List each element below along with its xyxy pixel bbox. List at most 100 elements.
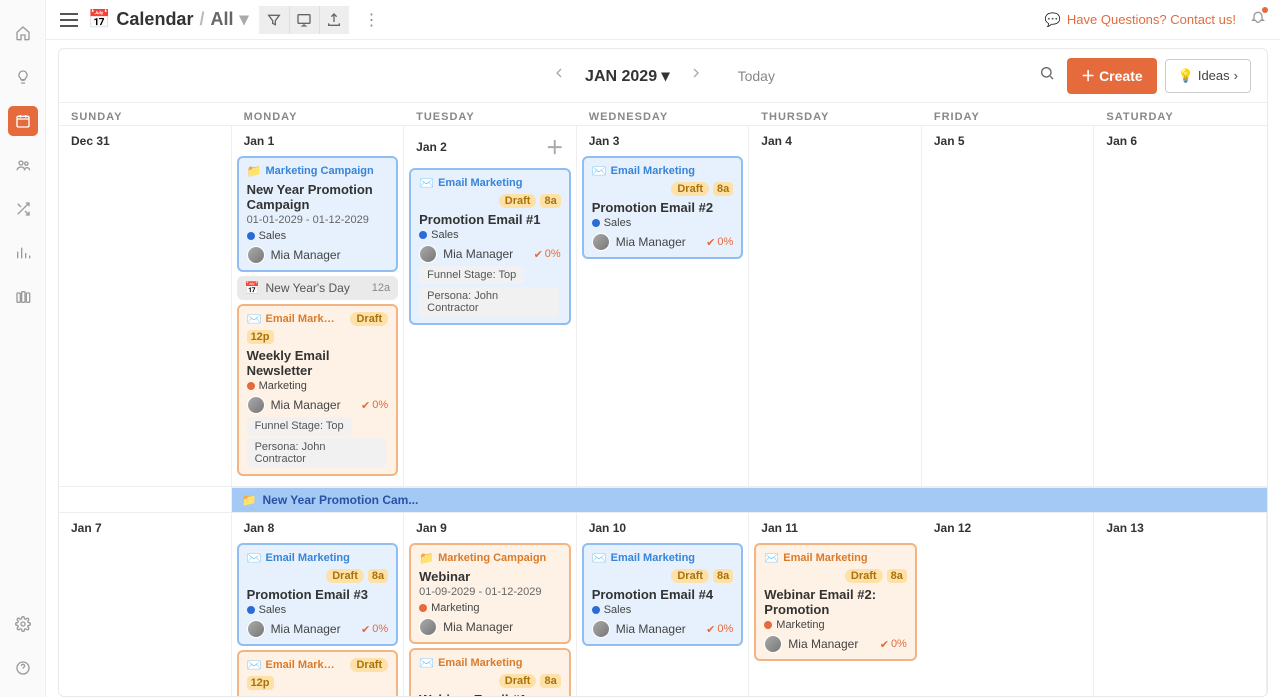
filter-icon[interactable] xyxy=(259,6,289,34)
event-promo3[interactable]: ✉️Email MarketingDraft8a Promotion Email… xyxy=(237,543,399,646)
status-badge: Draft xyxy=(326,569,364,583)
avatar xyxy=(247,396,265,414)
more-icon[interactable]: ⋮ xyxy=(359,7,385,33)
cell-jan10[interactable]: Jan 10 ✉️Email MarketingDraft8a Promotio… xyxy=(577,513,750,696)
contact-link[interactable]: 💬 Have Questions? Contact us! xyxy=(1045,12,1236,28)
event-category: Marketing Campaign xyxy=(438,552,546,564)
mail-icon: ✉️ xyxy=(592,551,607,565)
event-webinar[interactable]: 📁 Marketing Campaign Webinar 01-09-2029 -… xyxy=(409,543,571,644)
create-button[interactable]: ＋ Create xyxy=(1067,58,1157,94)
tag-dot xyxy=(247,382,255,390)
progress-pct: ✔0% xyxy=(361,399,388,412)
add-icon[interactable]: ＋ xyxy=(546,134,564,160)
span-campaign-bar[interactable]: 📁 New Year Promotion Cam... xyxy=(232,487,1267,513)
progress-pct: ✔0% xyxy=(706,236,733,249)
cell-jan11[interactable]: Jan 11 ✉️Email MarketingDraft8a Webinar … xyxy=(749,513,922,696)
assignee-name: Mia Manager xyxy=(443,247,513,261)
event-category: Email Marketing xyxy=(438,177,522,189)
chevron-down-icon[interactable]: ▾ xyxy=(239,9,248,30)
ideas-button[interactable]: 💡 Ideas › xyxy=(1165,59,1251,93)
tag-dot xyxy=(419,231,427,239)
event-holiday[interactable]: 📅 New Year's Day 12a xyxy=(237,276,399,300)
progress-pct: ✔0% xyxy=(361,623,388,636)
cell-jan1[interactable]: Jan 1 📁Marketing Campaign New Year Promo… xyxy=(232,126,405,487)
cell-jan4[interactable]: Jan 4 xyxy=(749,126,922,487)
home-icon[interactable] xyxy=(8,18,38,48)
weekday-header: SUNDAY MONDAY TUESDAY WEDNESDAY THURSDAY… xyxy=(59,103,1267,126)
event-webemail1[interactable]: ✉️Email MarketingDraft8a Webinar Email #… xyxy=(409,648,571,696)
help-icon[interactable] xyxy=(8,653,38,683)
status-badge: Draft xyxy=(671,569,709,583)
event-newsletter[interactable]: ✉️Email Marketi...Draft12p Weekly Email … xyxy=(237,304,399,476)
today-button[interactable]: Today xyxy=(738,68,775,84)
display-icon[interactable] xyxy=(289,6,319,34)
event-webemail2[interactable]: ✉️Email MarketingDraft8a Webinar Email #… xyxy=(754,543,917,661)
event-newsletter2[interactable]: ✉️Email Marketi...Draft12p Weekly Email … xyxy=(237,650,399,696)
settings-icon[interactable] xyxy=(8,609,38,639)
day-sun: SUNDAY xyxy=(59,103,232,125)
event-title: Webinar Email #1: Promotion xyxy=(419,692,561,696)
event-promo1[interactable]: ✉️Email MarketingDraft8a Promotion Email… xyxy=(409,168,571,325)
avatar xyxy=(592,233,610,251)
event-time: 12p xyxy=(247,676,274,690)
contact-label: Have Questions? Contact us! xyxy=(1067,12,1236,27)
cell-jan2[interactable]: Jan 2＋ ✉️Email MarketingDraft8a Promotio… xyxy=(404,126,577,487)
cell-jan6[interactable]: Jan 6 xyxy=(1094,126,1267,487)
calendar-nav-icon[interactable] xyxy=(8,106,38,136)
cell-jan3[interactable]: Jan 3 ✉️Email MarketingDraft8a Promotion… xyxy=(577,126,750,487)
date-label: Jan 6 xyxy=(1098,126,1263,152)
calendar-small-icon: 📅 xyxy=(245,281,260,295)
share-icon[interactable] xyxy=(319,6,349,34)
crumb-view[interactable]: All xyxy=(210,9,233,30)
cell-jan9[interactable]: Jan 9 📁Marketing Campaign Webinar 01-09-… xyxy=(404,513,577,696)
notifications-icon[interactable] xyxy=(1250,9,1266,30)
event-tag: Marketing xyxy=(431,602,479,614)
event-tag: Sales xyxy=(259,604,287,616)
team-icon[interactable] xyxy=(8,150,38,180)
cell-jan13[interactable]: Jan 13 xyxy=(1094,513,1267,696)
event-time: 12p xyxy=(247,330,274,344)
assignee-name: Mia Manager xyxy=(616,235,686,249)
mail-icon: ✉️ xyxy=(247,658,262,672)
event-title: Promotion Email #4 xyxy=(592,587,734,602)
shuffle-icon[interactable] xyxy=(8,194,38,224)
event-title: Weekly Email Newsletter xyxy=(247,694,389,696)
event-campaign[interactable]: 📁Marketing Campaign New Year Promotion C… xyxy=(237,156,399,272)
status-badge: Draft xyxy=(499,194,537,208)
folder-icon: 📁 xyxy=(419,551,434,565)
calendar-icon: 📅 xyxy=(88,9,110,30)
month-selector[interactable]: JAN 2029 ▾ xyxy=(585,66,670,86)
event-time: 8a xyxy=(713,182,733,196)
cell-jan5[interactable]: Jan 5 xyxy=(922,126,1095,487)
next-month-icon[interactable] xyxy=(688,65,704,86)
cell-jan12[interactable]: Jan 12 xyxy=(922,513,1095,696)
event-title: Webinar xyxy=(419,569,561,584)
event-title: Webinar Email #2: Promotion xyxy=(764,587,907,617)
cell-jan7[interactable]: Jan 7 xyxy=(59,513,232,696)
analytics-icon[interactable] xyxy=(8,238,38,268)
chip: Persona: John Contractor xyxy=(247,438,387,468)
event-category: Email Marketing xyxy=(611,165,695,177)
calendar-header: JAN 2029 ▾ Today ＋ Create 💡 Ideas › xyxy=(59,49,1267,103)
event-time: 8a xyxy=(713,569,733,583)
crumb-calendar[interactable]: Calendar xyxy=(116,9,193,30)
cell-jan8[interactable]: Jan 8 ✉️Email MarketingDraft8a Promotion… xyxy=(232,513,405,696)
event-promo4[interactable]: ✉️Email MarketingDraft8a Promotion Email… xyxy=(582,543,744,646)
event-tag: Marketing xyxy=(776,619,824,631)
prev-month-icon[interactable] xyxy=(551,65,567,86)
date-label: Jan 1 xyxy=(244,134,275,148)
holiday-label: New Year's Day xyxy=(266,281,350,295)
lightbulb-icon[interactable] xyxy=(8,62,38,92)
search-icon[interactable] xyxy=(1035,61,1059,90)
chip: Funnel Stage: Top xyxy=(247,417,352,435)
tag-dot xyxy=(247,232,255,240)
assets-icon[interactable] xyxy=(8,282,38,312)
status-badge: Draft xyxy=(350,312,388,326)
menu-icon[interactable] xyxy=(60,13,78,27)
cell-dec31[interactable]: Dec 31 xyxy=(59,126,232,487)
event-range: 01-09-2029 - 01-12-2029 xyxy=(419,586,561,598)
date-label: Jan 11 xyxy=(761,521,798,535)
day-mon: MONDAY xyxy=(232,103,405,125)
date-label: Dec 31 xyxy=(63,126,227,152)
event-promo2[interactable]: ✉️Email MarketingDraft8a Promotion Email… xyxy=(582,156,744,259)
